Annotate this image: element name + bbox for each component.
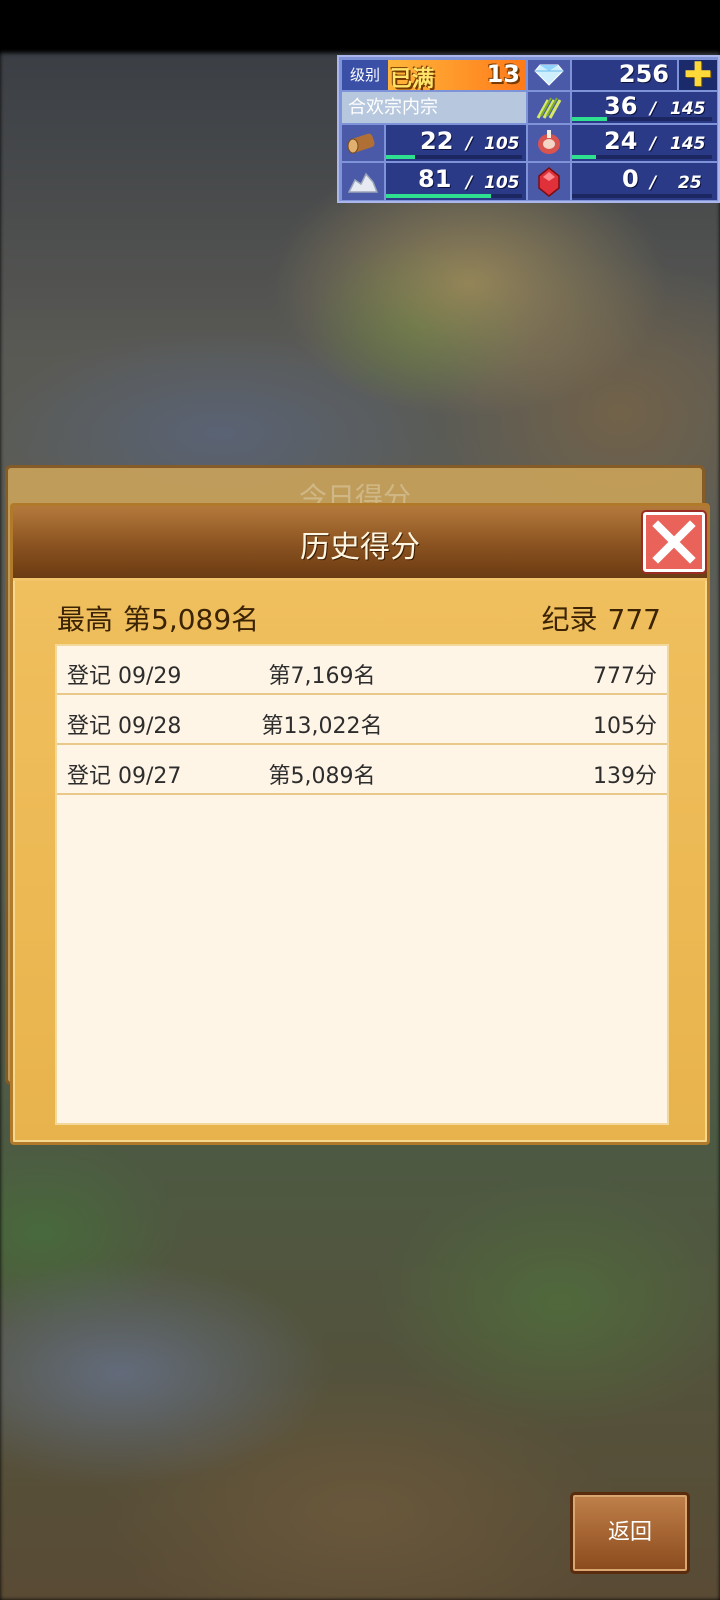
ruby-bar: [572, 194, 712, 198]
entry-date: 登记 09/29: [67, 664, 182, 689]
record-label: 纪录: [541, 603, 598, 636]
wood-separator: /: [466, 134, 473, 154]
entry-rank: 第13,022名: [261, 714, 383, 739]
sect-name: 合欢宗内宗: [342, 92, 526, 123]
list-item: 登记 09/28 第13,022名 105分: [57, 696, 667, 745]
record-summary: 纪录 777: [542, 598, 661, 638]
best-rank-summary: 最高 第5,089名: [57, 598, 269, 638]
ore-value: 81: [418, 165, 452, 193]
level-status: 已满: [390, 67, 435, 92]
wood-value: 22: [420, 127, 454, 155]
score-history-list[interactable]: 登记 09/29 第7,169名 777分 登记 09/28 第13,022名 …: [55, 644, 669, 1125]
panel-title: 历史得分: [300, 530, 420, 565]
grain-box: 36 / 145: [572, 92, 717, 123]
level-bar: 已满 13: [388, 60, 526, 92]
level-value: 13: [486, 60, 520, 88]
meat-value: 24: [604, 127, 638, 155]
resource-hud: 级别 已满 13 256 ✚ 合欢宗内宗 36 / 145 22 / 105 2…: [337, 55, 720, 203]
entry-score: 105分: [593, 714, 657, 739]
meat-box: 24 / 145: [572, 125, 717, 161]
ruby-box: 0 / 25: [572, 163, 717, 200]
entry-rank: 第7,169名: [268, 664, 376, 689]
plus-icon: ✚: [683, 55, 713, 95]
ore-max: 105: [484, 173, 520, 193]
entry-date: 登记 09/27: [67, 764, 182, 789]
wood-box: 22 / 105: [386, 125, 526, 161]
close-button[interactable]: [643, 512, 705, 572]
meat-bar: [572, 155, 712, 159]
ore-icon: [342, 163, 384, 200]
add-gems-button[interactable]: ✚: [679, 55, 717, 95]
gems-value: 256: [618, 60, 669, 88]
best-label: 最高: [57, 603, 114, 636]
wood-log-icon: [342, 125, 384, 161]
return-button[interactable]: 返回: [570, 1492, 690, 1574]
level-label: 级别: [342, 60, 388, 90]
close-icon: [652, 520, 696, 564]
ruby-value: 0: [622, 165, 639, 193]
grain-bar: [572, 117, 712, 121]
diamond-icon: [528, 60, 570, 90]
grain-icon: [528, 92, 570, 123]
panel-header: 历史得分: [13, 506, 707, 581]
list-item: 登记 09/27 第5,089名 139分: [57, 746, 667, 795]
entry-score: 139分: [593, 764, 657, 789]
grain-separator: /: [650, 99, 657, 119]
ore-box: 81 / 105: [386, 163, 526, 200]
entry-rank: 第5,089名: [268, 764, 376, 789]
best-rank: 第5,089名: [123, 603, 260, 636]
grain-max: 145: [670, 99, 706, 119]
wood-bar: [386, 155, 522, 159]
ore-bar: [386, 194, 522, 198]
ruby-max: 25: [678, 173, 702, 193]
ore-separator: /: [466, 173, 473, 193]
meat-icon: [528, 125, 570, 161]
entry-date: 登记 09/28: [67, 714, 182, 739]
grain-value: 36: [604, 92, 638, 120]
ruby-icon: [528, 163, 570, 200]
entry-score: 777分: [593, 664, 657, 689]
history-score-panel: 历史得分 最高 第5,089名 纪录 777 登记 09/29 第7,169名 77…: [10, 503, 710, 1145]
status-bar: [0, 0, 720, 53]
record-value: 777: [607, 603, 661, 636]
wood-max: 105: [484, 134, 520, 154]
ruby-separator: /: [650, 173, 657, 193]
gems-box: 256: [572, 60, 677, 90]
meat-separator: /: [650, 134, 657, 154]
meat-max: 145: [670, 134, 706, 154]
list-item: 登记 09/29 第7,169名 777分: [57, 646, 667, 695]
